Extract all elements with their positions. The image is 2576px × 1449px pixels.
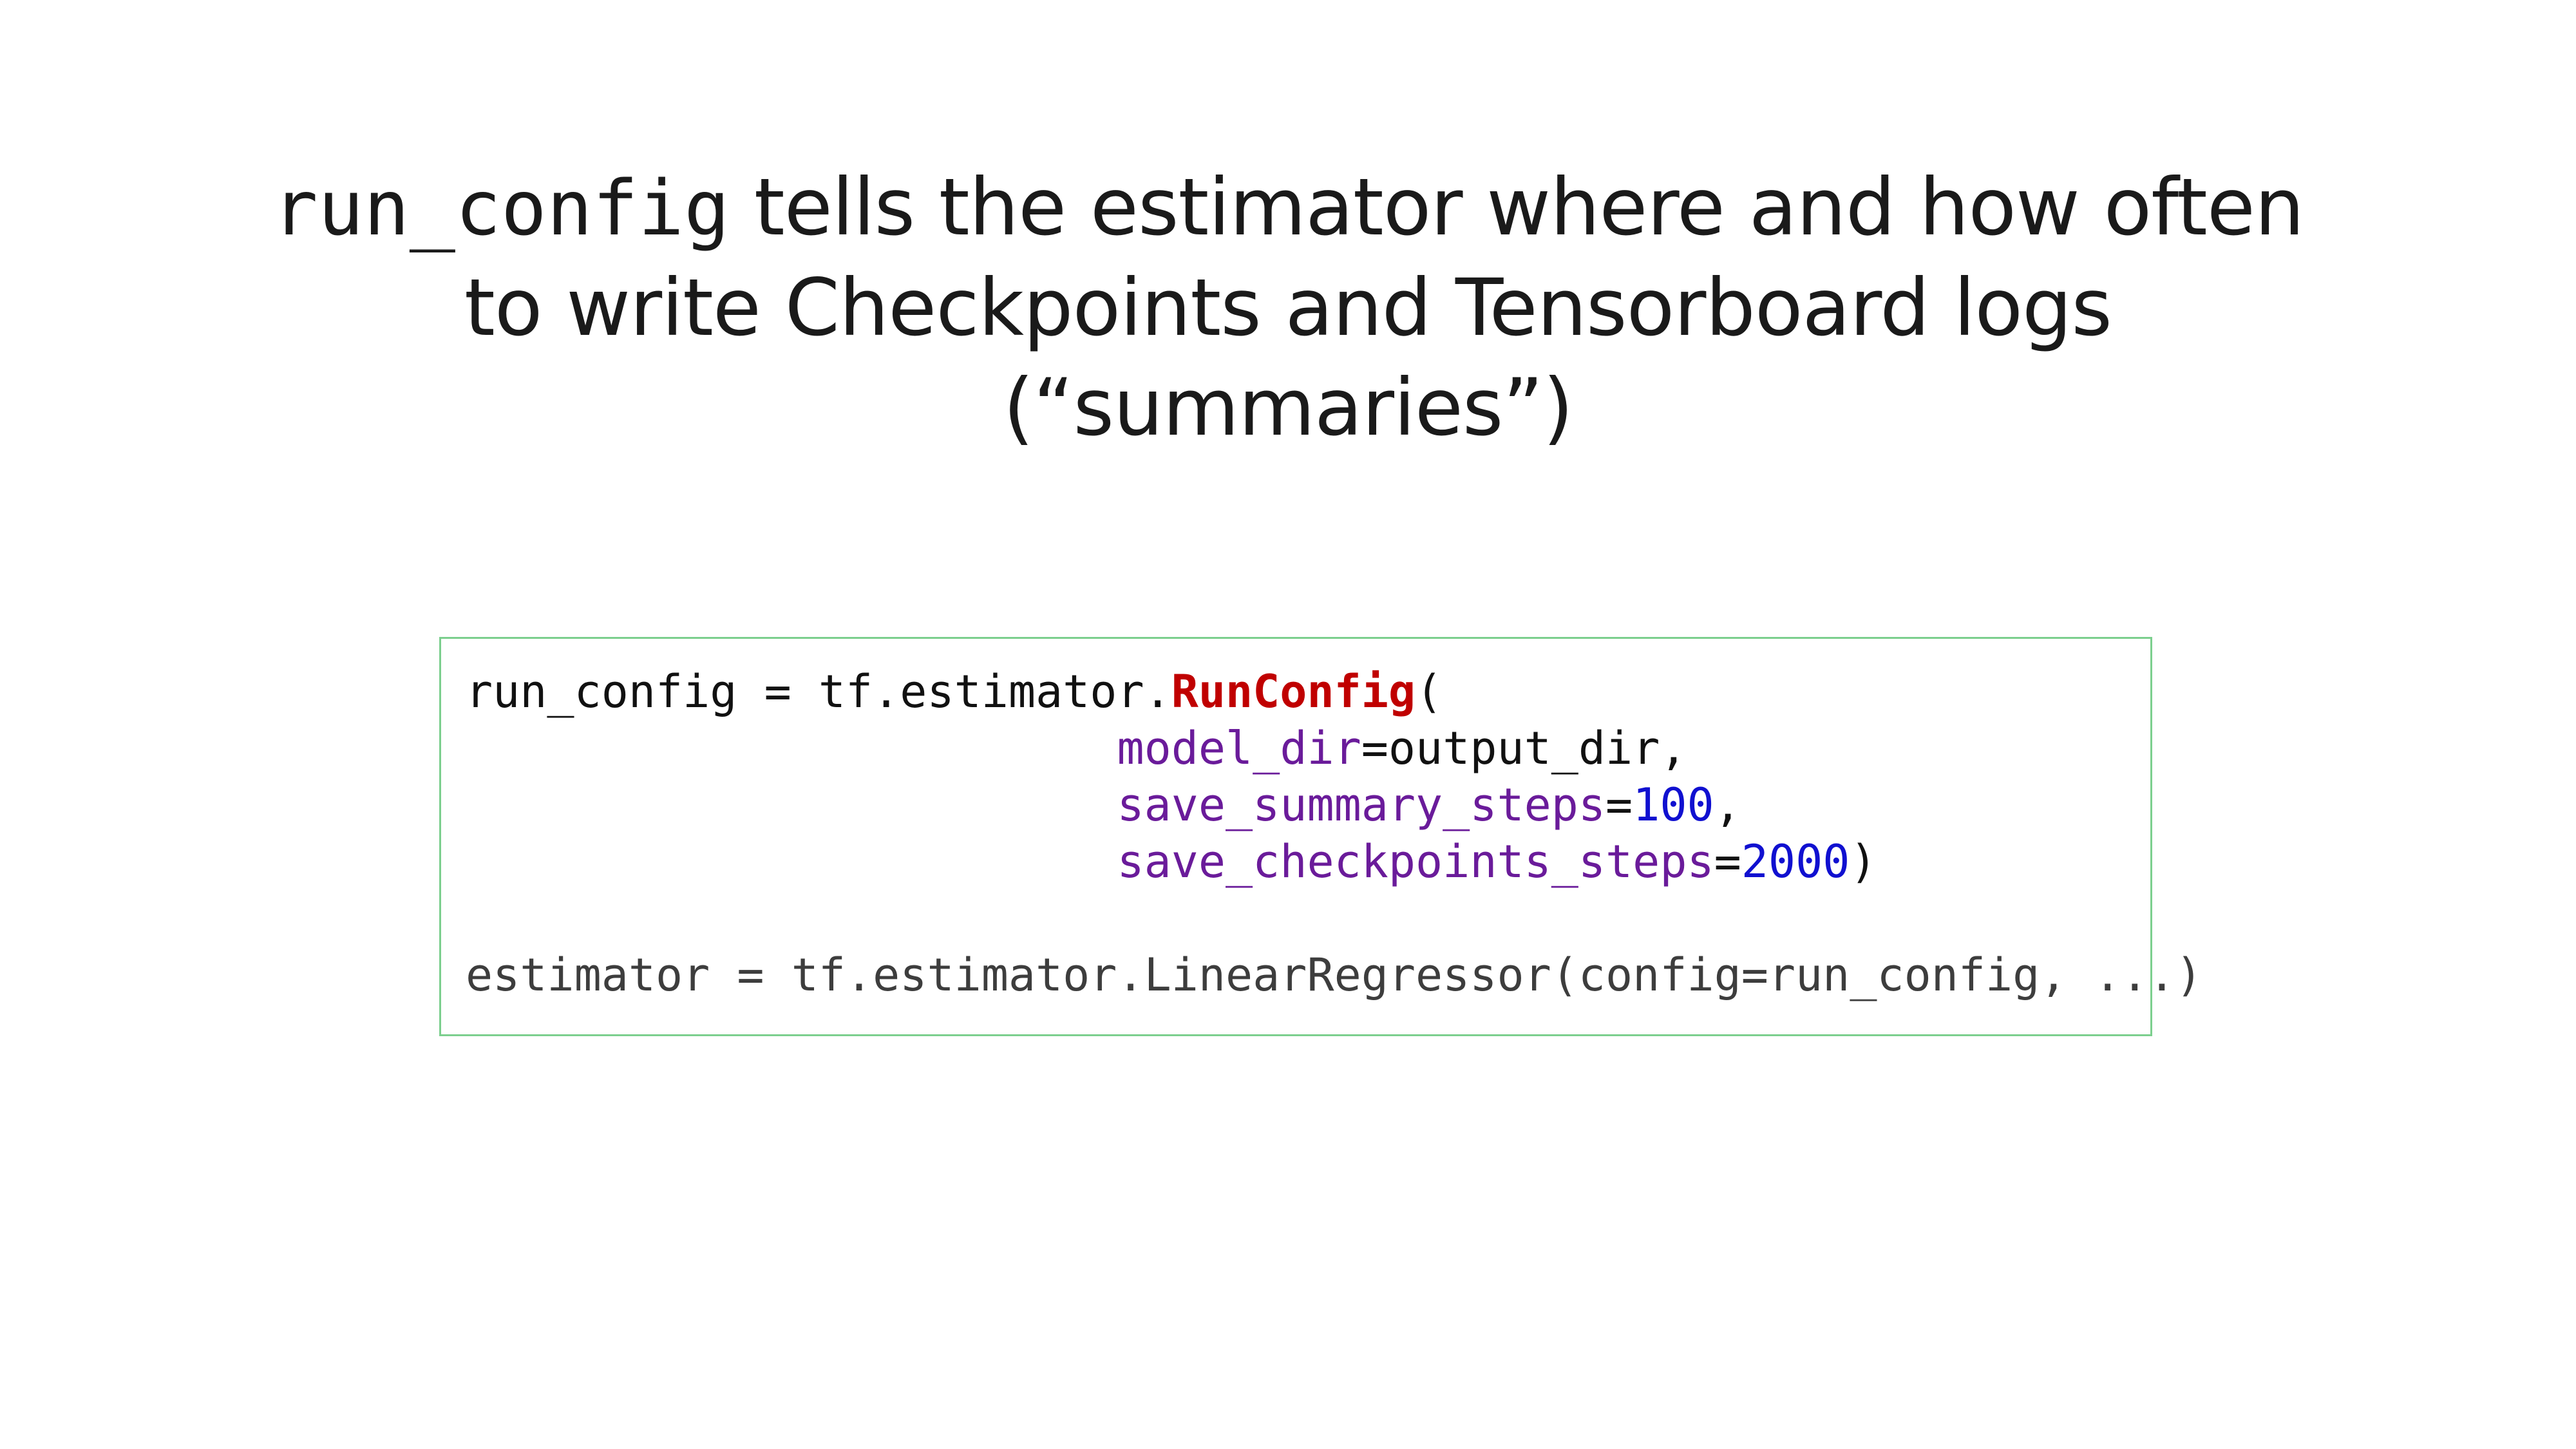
code-token-comma: , (1714, 779, 1741, 831)
code-token-close-paren: ) (1850, 835, 1877, 888)
title-line-1-text: tells the estimator where and how often (730, 162, 2304, 253)
title-line-1: run_config tells the estimator where and… (193, 158, 2383, 258)
code-token-value: output_dir (1388, 722, 1660, 775)
code-token-prefix: run_config = tf.estimator. (466, 665, 1171, 718)
code-token-eq: = (1605, 779, 1633, 831)
code-line-estimator: estimator = tf.estimator.LinearRegressor… (466, 949, 2203, 1001)
code-token-param: save_checkpoints_steps (1117, 835, 1714, 888)
code-token-number: 100 (1633, 779, 1714, 831)
code-token-eq: = (1361, 722, 1388, 775)
code-token-function: RunConfig (1171, 665, 1416, 718)
code-token-param: model_dir (1117, 722, 1361, 775)
code-line-save-summary-steps: save_summary_steps=100, (466, 777, 2202, 833)
code-token-eq: = (1714, 835, 1741, 888)
title-line-3: (“summaries”) (1003, 362, 1574, 453)
code-token-paren: ( (1416, 665, 1443, 718)
code-token-comma: , (1660, 722, 1687, 775)
code-token-param: save_summary_steps (1117, 779, 1606, 831)
title-code-term: run_config (272, 164, 730, 252)
slide-title: run_config tells the estimator where and… (193, 158, 2383, 458)
code-token-number: 2000 (1741, 835, 1850, 888)
code-snippet-box: run_config = tf.estimator.RunConfig( mod… (439, 637, 2202, 1036)
code-line-runconfig: run_config = tf.estimator.RunConfig( (466, 663, 2202, 720)
slide: run_config tells the estimator where and… (0, 0, 2576, 1449)
title-line-2: to write Checkpoints and Tensorboard log… (464, 262, 2112, 354)
code-line-model-dir: model_dir=output_dir, (466, 720, 2202, 777)
code-block: run_config = tf.estimator.RunConfig( mod… (466, 663, 2202, 1003)
code-line-save-checkpoints-steps: save_checkpoints_steps=2000) (466, 833, 2202, 890)
